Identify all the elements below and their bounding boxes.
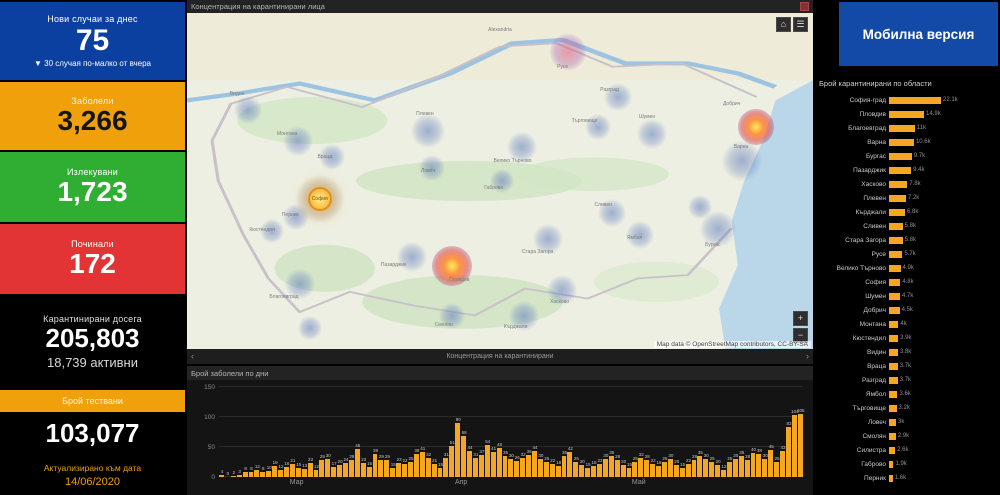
map-attribution: Map data © OpenStreetMap contributors, C…: [654, 341, 811, 348]
region-row: Видин3.8k: [815, 345, 1000, 359]
daily-plot: 0501001504023881281019121621151323122930…: [219, 387, 803, 477]
updated-tile: Актуализирано към дата 14/06/2020: [0, 454, 185, 495]
covid-dashboard: Нови случаи за днес 75 ▼ 30 случая по-ма…: [0, 0, 1000, 495]
sofia-label: София: [312, 196, 328, 202]
region-row: Търговище3.2k: [815, 401, 1000, 415]
region-row: Велико Търново4.9k: [815, 261, 1000, 275]
region-row: Кюстендил3.9k: [815, 331, 1000, 345]
recovered-value: 1,723: [0, 177, 185, 208]
region-row: Ловеч3k: [815, 415, 1000, 429]
y-axis-label: 50: [191, 444, 215, 451]
stats-panel: Нови случаи за днес 75 ▼ 30 случая по-ма…: [0, 0, 185, 495]
region-row: Габрово1.9k: [815, 457, 1000, 471]
region-row: Плевен7.2k: [815, 191, 1000, 205]
y-axis-label: 100: [191, 414, 215, 421]
region-row: Силистра2.6k: [815, 443, 1000, 457]
y-axis-label: 150: [191, 384, 215, 391]
daily-bar: 105: [798, 387, 804, 477]
quarantined-tile: Карантинирани досега 205,803 18,739 акти…: [0, 296, 185, 388]
region-row: Монтана4k: [815, 317, 1000, 331]
new-cases-value: 75: [0, 24, 185, 57]
legend-icon[interactable]: ☰: [793, 17, 808, 32]
region-row: Ямбол3.6k: [815, 387, 1000, 401]
region-row: Бургас9.7k: [815, 149, 1000, 163]
zoom-controls: + −: [793, 311, 808, 343]
region-row: Благоевград11k: [815, 121, 1000, 135]
deaths-value: 172: [0, 249, 185, 280]
region-row: Враца3.7k: [815, 359, 1000, 373]
panel-menu-icon[interactable]: [800, 2, 809, 11]
month-label: Апр: [455, 479, 467, 486]
region-row: София4.8k: [815, 275, 1000, 289]
map-canvas[interactable]: AlexandriaВидинМонтанаВрацаПлевенЛовечРу…: [187, 13, 813, 349]
map-footer-label: Концентрация на карантинирани: [446, 353, 553, 360]
region-row: Смолян2.9k: [815, 429, 1000, 443]
quarantine-map-panel: Концентрация на карантинирани лица Alexa…: [187, 0, 813, 364]
infected-tile: Заболели 3,266: [0, 82, 185, 150]
region-row: Пловдив14.9k: [815, 107, 1000, 121]
region-row: Варна10.6k: [815, 135, 1000, 149]
right-panel: Мобилна версия Брой карантинирани по обл…: [815, 0, 1000, 495]
region-row: Сливен5.8k: [815, 219, 1000, 233]
infected-value: 3,266: [0, 106, 185, 137]
month-label: Май: [632, 479, 646, 486]
quarantined-value: 205,803: [0, 324, 185, 353]
mobile-version-button[interactable]: Мобилна версия: [839, 2, 998, 66]
region-row: Русе5.7k: [815, 247, 1000, 261]
daily-chart-title: Брой заболели по дни: [187, 366, 813, 380]
region-row: Стара Загора5.8k: [815, 233, 1000, 247]
scroll-left-icon[interactable]: ‹: [191, 349, 194, 364]
new-cases-tile: Нови случаи за днес 75 ▼ 30 случая по-ма…: [0, 2, 185, 80]
quarantined-active: 18,739 активни: [0, 355, 185, 370]
month-axis: Мар Апр Май: [219, 477, 803, 491]
new-cases-subtitle: ▼ 30 случая по-малко от вчера: [0, 59, 185, 68]
region-list: София-град22.1kПловдив14.9kБлагоевград11…: [815, 93, 1000, 485]
tested-value: 103,077: [0, 414, 185, 452]
month-label: Мар: [290, 479, 304, 486]
map-toolbar: ⌂ ☰: [776, 17, 808, 32]
region-row: Кърджали6.8k: [815, 205, 1000, 219]
recovered-tile: Излекувани 1,723: [0, 152, 185, 222]
region-row: Хасково7.8k: [815, 177, 1000, 191]
sofia-hotspot-marker: София: [308, 187, 332, 211]
region-chart-title: Брой карантинирани по области: [815, 79, 1000, 88]
map-footer: ‹ Концентрация на карантинирани ›: [187, 349, 813, 364]
map-header: Концентрация на карантинирани лица: [187, 0, 813, 13]
region-row: Разград3.7k: [815, 373, 1000, 387]
updated-title: Актуализирано към дата: [0, 463, 185, 473]
region-row: Пазарджик9.4k: [815, 163, 1000, 177]
y-axis-label: 0: [191, 474, 215, 481]
daily-bars: 0501001504023881281019121621151323122930…: [219, 387, 803, 477]
home-icon[interactable]: ⌂: [776, 17, 791, 32]
new-cases-title: Нови случаи за днес: [0, 14, 185, 24]
map-graphic: [187, 13, 813, 349]
map-title: Концентрация на карантинирани лица: [191, 2, 325, 11]
daily-cases-panel: Брой заболели по дни 0501001504023881281…: [187, 366, 813, 495]
region-row: Перник1.6k: [815, 471, 1000, 485]
zoom-in-button[interactable]: +: [793, 311, 808, 326]
region-row: Шумен4.7k: [815, 289, 1000, 303]
region-row: Добрич4.5k: [815, 303, 1000, 317]
tested-title: Брой тествани: [0, 390, 185, 412]
region-row: София-град22.1k: [815, 93, 1000, 107]
updated-date: 14/06/2020: [0, 476, 185, 488]
daily-chart-body: 0501001504023881281019121621151323122930…: [187, 380, 813, 495]
scroll-right-icon[interactable]: ›: [806, 349, 809, 364]
deaths-tile: Починали 172: [0, 224, 185, 294]
